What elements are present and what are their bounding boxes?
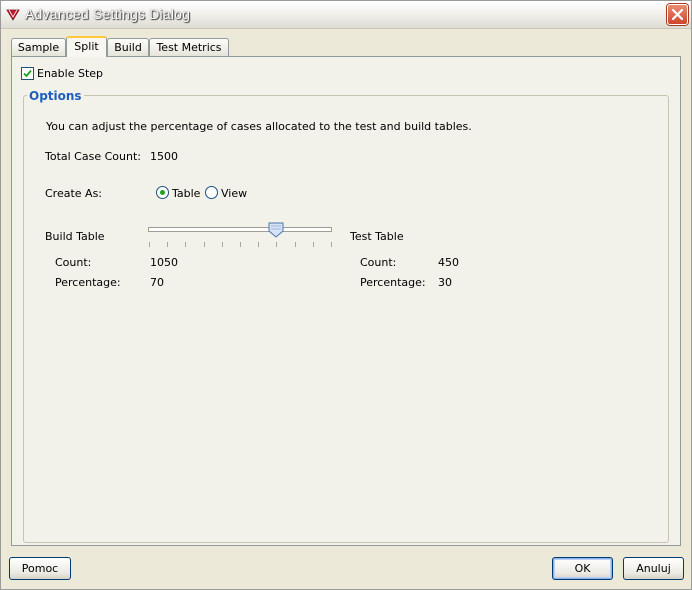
tab-sample[interactable]: Sample — [11, 38, 66, 56]
build-count-label: Count: — [55, 256, 92, 269]
window-title: Advanced Settings Dialog — [25, 6, 191, 22]
slider-tick — [222, 242, 223, 247]
slider-tick — [295, 242, 296, 247]
title-bar[interactable]: Advanced Settings Dialog — [1, 1, 691, 29]
description-text: You can adjust the percentage of cases a… — [46, 120, 472, 133]
view-radio-label[interactable]: View — [221, 187, 247, 200]
test-count-label: Count: — [360, 256, 397, 269]
test-count-value: 450 — [438, 256, 459, 269]
close-button[interactable] — [667, 4, 688, 25]
ok-button[interactable]: OK — [552, 557, 613, 580]
options-group-title: Options — [27, 89, 84, 103]
dialog-window: Advanced Settings Dialog Sample Split Bu… — [0, 0, 692, 590]
build-table-title: Build Table — [45, 230, 105, 243]
split-slider-track[interactable] — [148, 227, 332, 232]
total-case-count-value: 1500 — [150, 150, 178, 163]
slider-tick — [240, 242, 241, 247]
total-case-count-label: Total Case Count: — [45, 150, 141, 163]
slider-tick — [313, 242, 314, 247]
create-as-label: Create As: — [45, 187, 103, 200]
enable-step-label[interactable]: Enable Step — [37, 67, 103, 80]
app-logo-icon — [6, 9, 20, 21]
test-percentage-value: 30 — [438, 276, 452, 289]
slider-tick — [276, 242, 277, 247]
radio-selected-dot — [160, 190, 165, 195]
slider-tick — [149, 242, 150, 247]
table-radio-label[interactable]: Table — [172, 187, 200, 200]
slider-tick — [204, 242, 205, 247]
test-table-title: Test Table — [350, 230, 404, 243]
checkmark-icon — [23, 69, 32, 78]
tab-test-metrics[interactable]: Test Metrics — [149, 38, 229, 56]
help-button[interactable]: Pomoc — [9, 557, 71, 580]
enable-step-checkbox[interactable] — [21, 67, 34, 80]
slider-tick — [331, 242, 332, 247]
tab-build[interactable]: Build — [107, 38, 149, 56]
slider-tick — [185, 242, 186, 247]
build-percentage-value: 70 — [150, 276, 164, 289]
build-count-value: 1050 — [150, 256, 178, 269]
close-icon — [671, 8, 684, 21]
split-slider-thumb[interactable] — [268, 222, 284, 238]
tab-split[interactable]: Split — [66, 36, 107, 57]
slider-tick — [258, 242, 259, 247]
table-radio[interactable] — [156, 186, 169, 199]
view-radio[interactable] — [205, 186, 218, 199]
build-percentage-label: Percentage: — [55, 276, 121, 289]
cancel-button[interactable]: Anuluj — [623, 557, 684, 580]
slider-tick — [167, 242, 168, 247]
test-percentage-label: Percentage: — [360, 276, 426, 289]
